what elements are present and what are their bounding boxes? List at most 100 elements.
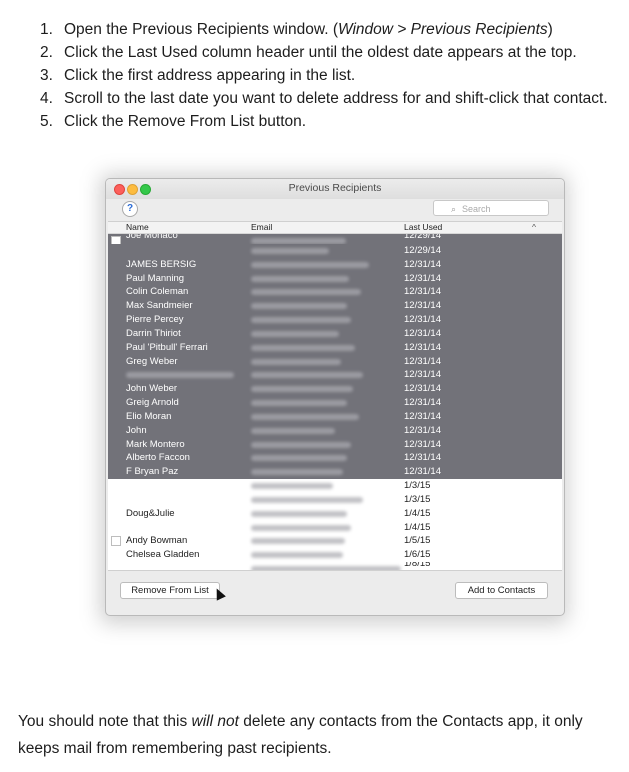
table-header: Name Email Last Used ^	[108, 222, 562, 234]
table-row[interactable]: Elio Moran 12/31/14	[108, 409, 562, 424]
cell-name: JAMES BERSIG	[126, 258, 197, 270]
footnote-text: You should note that this	[18, 713, 192, 730]
cell-last-used: 12/31/14	[404, 397, 441, 409]
table-row[interactable]: 1/3/15	[108, 493, 562, 507]
cell-name: Max Sandmeier	[126, 300, 193, 312]
table-row[interactable]: Alberto Faccon 12/31/14	[108, 451, 562, 466]
table-row[interactable]: 1/4/15	[108, 521, 562, 535]
cell-email-redacted	[251, 330, 339, 337]
step-number: 5.	[40, 113, 53, 130]
table-body: Joe Monaco 12/29/14 12/29/14 JAMES BERSIG 12…	[108, 234, 562, 570]
cell-email-redacted	[251, 275, 349, 282]
cell-last-used: 1/3/15	[404, 493, 431, 505]
cell-name: John	[126, 424, 147, 436]
table-row[interactable]: Mark Montero 12/31/14	[108, 437, 562, 452]
cell-name: Pierre Percey	[126, 314, 184, 326]
row-checkbox[interactable]	[111, 236, 121, 244]
step-number: 1.	[40, 21, 53, 38]
cell-name: Mark Montero	[126, 438, 185, 450]
toolbar: ? ⌕ Search	[106, 199, 564, 221]
table-row[interactable]: 1/3/15	[108, 479, 562, 493]
cell-name: Greig Arnold	[126, 397, 179, 409]
cell-last-used: 12/31/14	[404, 438, 441, 450]
cell-name: Elio Moran	[126, 410, 172, 422]
table-row[interactable]: John 12/31/14	[108, 423, 562, 438]
cell-last-used: 12/31/14	[404, 286, 441, 298]
cell-email-redacted	[251, 552, 343, 559]
table-row[interactable]: Max Sandmeier 12/31/14	[108, 299, 562, 314]
cell-email-redacted	[251, 441, 351, 448]
table-row[interactable]: Colin Coleman 12/31/14	[108, 285, 562, 300]
cell-last-used: 1/4/15	[404, 507, 431, 519]
table-row[interactable]: Darrin Thiriot 12/31/14	[108, 326, 562, 341]
cell-email-redacted	[251, 496, 363, 503]
cell-last-used: 1/3/15	[404, 480, 431, 492]
cell-last-used: 12/31/14	[404, 272, 441, 284]
table-row[interactable]: Paul Manning 12/31/14	[108, 271, 562, 286]
column-header-email[interactable]: Email	[251, 222, 272, 233]
table-row[interactable]: 12/29/14	[108, 244, 562, 258]
cell-last-used: 12/31/14	[404, 327, 441, 339]
cell-last-used: 12/31/14	[404, 355, 441, 367]
add-to-contacts-button[interactable]: Add to Contacts	[455, 582, 548, 599]
cell-email-redacted	[251, 317, 351, 324]
recipients-table[interactable]: Name Email Last Used ^ Joe Monaco 12/29/1…	[108, 221, 562, 571]
table-row[interactable]: 1/8/15	[108, 562, 562, 570]
cell-name: Greg Weber	[126, 355, 178, 367]
instruction-steps: 1. Open the Previous Recipients window. (…	[18, 18, 618, 133]
cell-email-redacted	[251, 413, 359, 420]
cell-last-used: 1/4/15	[404, 521, 431, 533]
remove-from-list-button[interactable]: Remove From List	[120, 582, 220, 599]
table-row[interactable]: Chelsea Gladden 1/6/15	[108, 548, 562, 562]
cell-email-redacted	[251, 344, 355, 351]
title-bar[interactable]: Previous Recipients	[106, 179, 564, 199]
cell-email-redacted	[251, 427, 335, 434]
search-icon: ⌕	[451, 204, 457, 214]
cell-last-used: 12/31/14	[404, 424, 441, 436]
table-row[interactable]: Greig Arnold 12/31/14	[108, 396, 562, 410]
table-row[interactable]: 12/31/14	[108, 368, 562, 383]
footnote-emphasis: will not	[191, 713, 239, 730]
column-header-name[interactable]: Name	[126, 222, 149, 233]
cell-last-used: 1/5/15	[404, 535, 431, 547]
cell-name: Alberto Faccon	[126, 452, 190, 464]
table-row[interactable]: JAMES BERSIG 12/31/14	[108, 257, 562, 272]
step-number: 2.	[40, 44, 53, 61]
table-row[interactable]: Joe Monaco 12/29/14	[108, 234, 562, 244]
cell-name: Joe Monaco	[126, 234, 178, 241]
cell-email-redacted	[251, 303, 347, 310]
column-header-last-used[interactable]: Last Used	[404, 222, 442, 233]
table-row[interactable]: John Weber 12/31/14	[108, 382, 562, 397]
cell-name: Andy Bowman	[126, 535, 188, 547]
cell-last-used: 12/31/14	[404, 369, 441, 381]
cell-name	[126, 372, 234, 379]
cell-last-used: 12/31/14	[404, 410, 441, 422]
cell-last-used: 12/31/14	[404, 452, 441, 464]
row-checkbox[interactable]	[111, 536, 121, 547]
table-row[interactable]: Doug&Julie 1/4/15	[108, 507, 562, 521]
cell-email-redacted	[251, 289, 361, 296]
help-button[interactable]: ?	[122, 201, 138, 217]
cell-last-used: 12/31/14	[404, 300, 441, 312]
step-text: Click the Last Used column header until …	[64, 44, 577, 61]
search-field[interactable]: ⌕ Search	[433, 200, 549, 216]
cell-last-used: 1/8/15	[404, 562, 431, 570]
cell-name: Paul 'Pitbull' Ferrari	[126, 341, 208, 353]
cell-email-redacted	[251, 248, 329, 254]
step-text: Open the Previous Recipients window. (	[64, 21, 338, 38]
step-number: 3.	[40, 67, 53, 84]
cell-email-redacted	[251, 386, 353, 393]
step-number: 4.	[40, 90, 53, 107]
cell-email-redacted	[251, 510, 347, 517]
cell-email-redacted	[251, 455, 347, 462]
table-row[interactable]: Pierre Percey 12/31/14	[108, 313, 562, 327]
table-row[interactable]: Andy Bowman 1/5/15	[108, 534, 562, 548]
cell-name: Doug&Julie	[126, 507, 175, 519]
previous-recipients-window: Previous Recipients ? ⌕ Search Name Emai…	[105, 178, 565, 616]
cell-name: F Bryan Paz	[126, 466, 179, 478]
cell-name: Chelsea Gladden	[126, 549, 200, 561]
cell-name: Darrin Thiriot	[126, 327, 181, 339]
table-row[interactable]: F Bryan Paz 12/31/14	[108, 465, 562, 480]
table-row[interactable]: Greg Weber 12/31/14	[108, 354, 562, 369]
table-row[interactable]: Paul 'Pitbull' Ferrari 12/31/14	[108, 340, 562, 355]
